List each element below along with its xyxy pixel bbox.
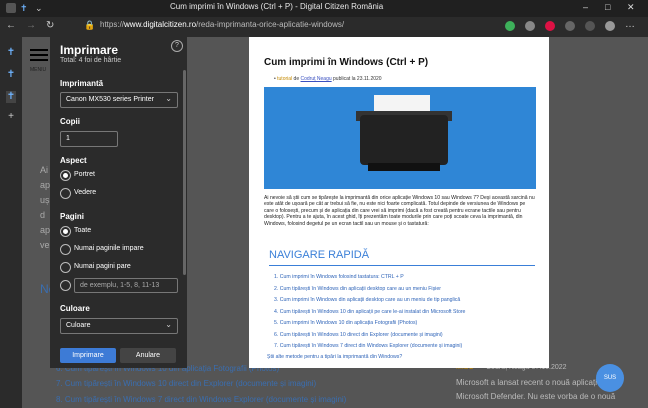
- refresh-icon[interactable]: ↻: [46, 20, 54, 31]
- bg-links: 6. Cum tipărești în Windows 10 din aplic…: [50, 364, 430, 408]
- minimize-button[interactable]: –: [583, 2, 588, 12]
- landscape-label: Vedere: [74, 189, 97, 196]
- help-icon[interactable]: ?: [171, 40, 183, 52]
- odd-pages-label: Numai paginile impare: [74, 245, 144, 252]
- page-range-input[interactable]: de exemplu, 1-5, 8, 11-13: [74, 278, 178, 293]
- more-icon[interactable]: …: [625, 19, 635, 30]
- tab-icon[interactable]: ✝: [6, 91, 16, 103]
- copies-input[interactable]: 1: [60, 131, 118, 147]
- bg-text: ap: [40, 180, 51, 190]
- toc-item: Știi alte metode pentru a tipări la impr…: [267, 354, 403, 360]
- radio-landscape[interactable]: [60, 188, 71, 199]
- profile-icon[interactable]: [605, 21, 615, 31]
- meta-date: publicat la 23.11.2020: [333, 76, 382, 82]
- print-title: Imprimare: [60, 43, 119, 57]
- extension-icon[interactable]: [525, 21, 535, 31]
- tab-icon[interactable]: ✝: [6, 47, 16, 59]
- toc-item: 5. Cum imprimi în Windows 10 din aplicaț…: [274, 320, 418, 326]
- copies-label: Copii: [60, 117, 80, 126]
- toc-item: 3. Cum imprimi în Windows din aplicații …: [274, 297, 461, 303]
- printer-label: Imprimantă: [60, 79, 104, 88]
- bg-text: uș: [40, 195, 50, 205]
- radio-custom-pages[interactable]: [60, 280, 71, 291]
- bg-article-text: Microsoft a lansat recent o nouă aplicaț…: [456, 378, 609, 387]
- panel-scrollbar[interactable]: [183, 70, 186, 275]
- vertical-tabs-sidebar: ✝ ✝ ✝ +: [0, 37, 22, 408]
- extension-icon[interactable]: [545, 21, 555, 31]
- divider: [269, 265, 535, 266]
- nav-heading: NAVIGARE RAPIDĂ: [269, 249, 370, 261]
- preview-paragraph: Ai nevoie să știi cum se tipărește la im…: [264, 195, 535, 227]
- url-domain: www.digitalcitizen.ro: [124, 20, 197, 29]
- print-button[interactable]: Imprimare: [60, 348, 116, 363]
- maximize-button[interactable]: □: [605, 2, 610, 12]
- printer-body-shape: [360, 115, 448, 165]
- bg-article-text: Microsoft Defender. Nu este vorba de o n…: [456, 392, 616, 401]
- new-tab-icon[interactable]: +: [6, 111, 16, 123]
- address-bar: ← → ↻ 🔒 https://www.digitalcitizen.ro/re…: [0, 17, 648, 37]
- title-bar: ✝ ⌄ Cum imprimi în Windows (Ctrl + P) - …: [0, 0, 648, 17]
- url-prefix: https://: [100, 20, 125, 29]
- window-title: Cum imprimi în Windows (Ctrl + P) - Digi…: [170, 2, 384, 11]
- bg-link[interactable]: 7. Cum tipărești în Windows 10 direct di…: [56, 379, 316, 388]
- toc-item: 1. Cum imprimi în Windows folosind tasta…: [274, 274, 404, 280]
- page-range-placeholder: de exemplu, 1-5, 8, 11-13: [80, 282, 160, 289]
- radio-odd-pages[interactable]: [60, 244, 71, 255]
- print-preview: Cum imprimi în Windows (Ctrl + P) • tuto…: [249, 37, 549, 368]
- bg-link[interactable]: 8. Cum tipărești în Windows 7 direct din…: [56, 395, 346, 404]
- toc-item: 2. Cum tipărești în Windows din aplicați…: [274, 286, 441, 292]
- color-select[interactable]: Culoare ⌄: [60, 318, 178, 334]
- color-label: Culoare: [60, 304, 90, 313]
- bg-text: d: [40, 210, 46, 220]
- radio-portrait[interactable]: [60, 170, 71, 181]
- print-footer: Imprimare Anulare: [50, 338, 187, 368]
- tab-icon[interactable]: ✝: [6, 69, 16, 81]
- pages-label: Pagini: [60, 212, 85, 221]
- printer-value: Canon MX530 series Printer: [66, 96, 154, 103]
- toc-item: 4. Cum tipărești în Windows 10 din aplic…: [274, 309, 466, 315]
- tab-pin-icon[interactable]: ✝: [20, 3, 30, 13]
- preview-title: Cum imprimi în Windows (Ctrl + P): [264, 57, 429, 68]
- scroll-top-button[interactable]: SUS: [596, 364, 624, 392]
- tab-actions-icon[interactable]: ⌄: [35, 3, 45, 13]
- meta-author: Codruț Neagu: [300, 76, 332, 82]
- url-path: /reda-imprimanta-orice-aplicatie-windows…: [196, 20, 345, 29]
- forward-icon[interactable]: →: [26, 20, 36, 31]
- meta-by: de: [293, 76, 300, 82]
- extension-icon[interactable]: [505, 21, 515, 31]
- meta-category: tutorial: [277, 76, 293, 82]
- lock-icon[interactable]: 🔒: [84, 20, 95, 31]
- close-button[interactable]: ✕: [627, 2, 635, 13]
- toc-item: 6. Cum tipărești în Windows 10 direct di…: [274, 332, 443, 338]
- sheet-count: Total: 4 foi de hârtie: [60, 57, 122, 64]
- chevron-down-icon: ⌄: [165, 94, 172, 103]
- layout-label: Aspect: [60, 156, 87, 165]
- radio-even-pages[interactable]: [60, 262, 71, 273]
- copies-value: 1: [66, 135, 70, 142]
- bg-text: ve: [40, 240, 50, 250]
- menu-icon[interactable]: [30, 49, 48, 65]
- url-field[interactable]: https://www.digitalcitizen.ro/reda-impri…: [100, 20, 344, 29]
- printer-image: [264, 87, 536, 189]
- bg-text: Ai: [40, 165, 49, 175]
- preview-meta: • tutorial de Codruț Neagu publicat la 2…: [274, 76, 382, 82]
- favorites-icon[interactable]: [565, 21, 575, 31]
- cancel-button[interactable]: Anulare: [120, 348, 176, 363]
- even-pages-label: Numai pagini pare: [74, 263, 131, 270]
- toc-item: 7. Cum tipărești în Windows 7 direct din…: [274, 343, 463, 349]
- print-settings-panel: Imprimare Total: 4 foi de hârtie ? Impri…: [50, 37, 187, 368]
- printer-tray-shape: [368, 163, 440, 171]
- collections-icon[interactable]: [585, 21, 595, 31]
- bg-text: ap: [40, 225, 51, 235]
- all-pages-label: Toate: [74, 227, 92, 234]
- browser-icon[interactable]: [6, 3, 16, 13]
- chevron-down-icon: ⌄: [165, 320, 172, 329]
- color-value: Culoare: [66, 322, 91, 329]
- menu-label: MENIU: [30, 67, 47, 73]
- printer-select[interactable]: Canon MX530 series Printer ⌄: [60, 92, 178, 108]
- portrait-label: Portret: [74, 171, 96, 178]
- back-icon[interactable]: ←: [6, 20, 16, 31]
- radio-all-pages[interactable]: [60, 226, 71, 237]
